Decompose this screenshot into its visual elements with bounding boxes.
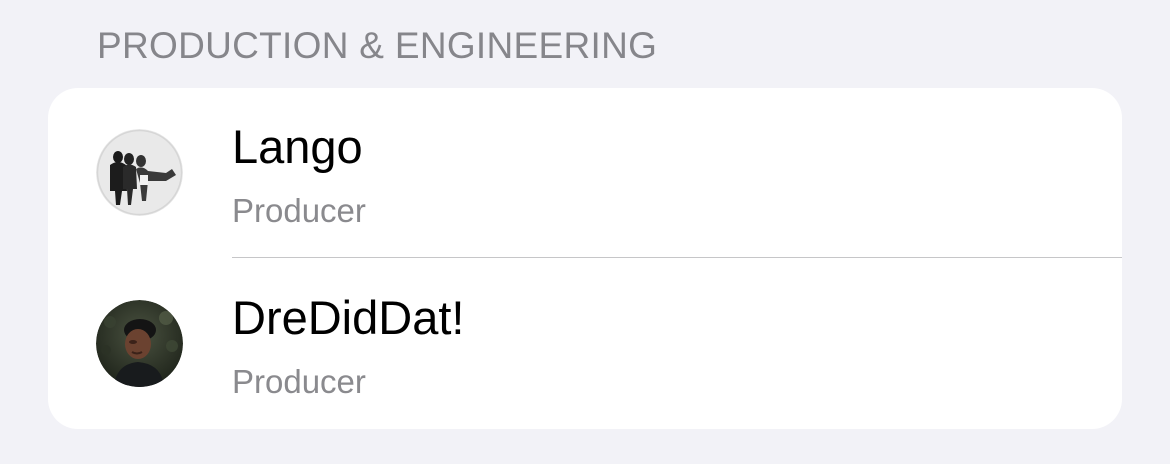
- credits-page: PRODUCTION & ENGINEERING Lango Producer …: [0, 0, 1170, 464]
- artist-role: Producer: [232, 192, 366, 229]
- artist-name: DreDidDat!: [232, 291, 465, 344]
- avatar: [96, 129, 183, 216]
- avatar-photo: [96, 300, 183, 387]
- credits-card: Lango Producer DreDidDat! Producer: [48, 88, 1122, 429]
- artist-role: Producer: [232, 363, 366, 400]
- section-header: PRODUCTION & ENGINEERING: [97, 25, 658, 66]
- avatar-photo: [96, 129, 183, 216]
- credit-row-dredidat[interactable]: DreDidDat! Producer: [48, 258, 1122, 428]
- credit-row-lango[interactable]: Lango Producer: [48, 88, 1122, 258]
- artist-name: Lango: [232, 120, 363, 173]
- avatar: [96, 300, 183, 387]
